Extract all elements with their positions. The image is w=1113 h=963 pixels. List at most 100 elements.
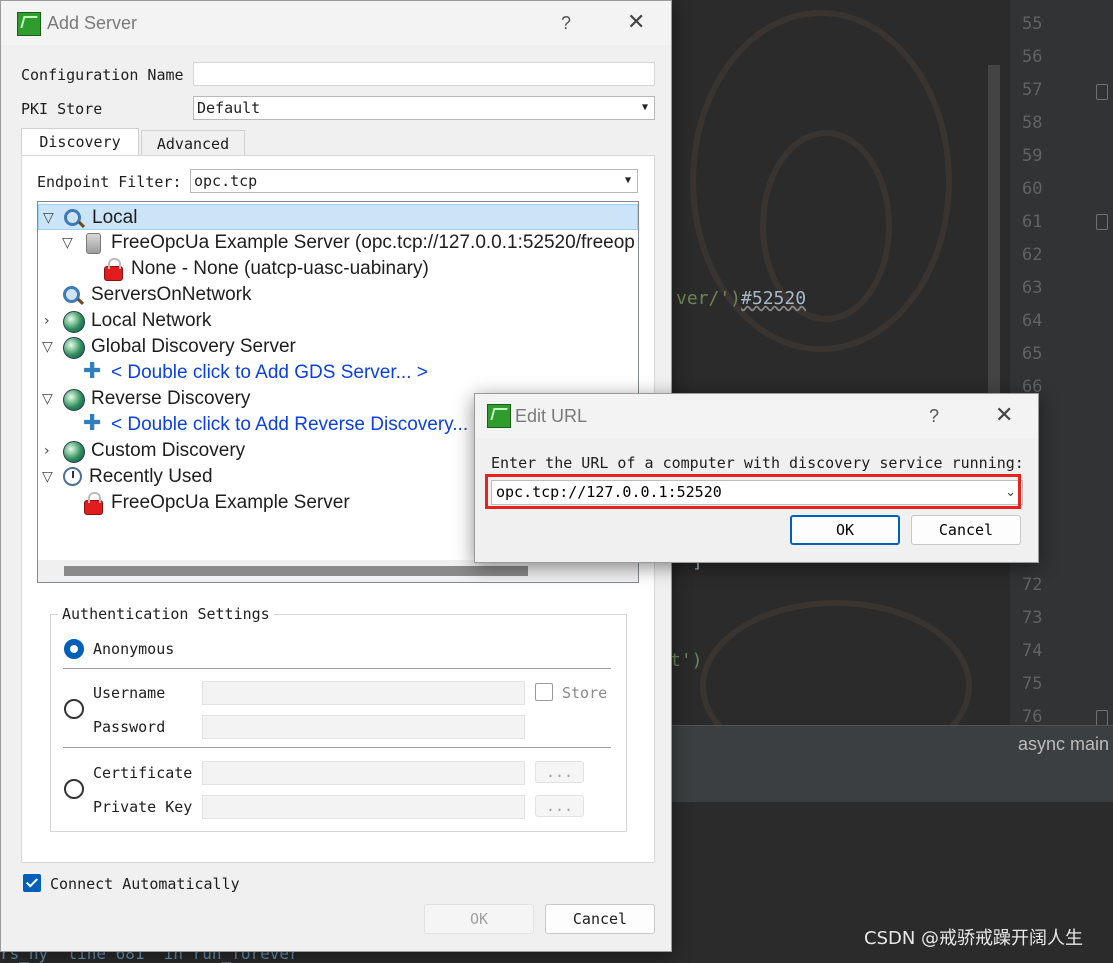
password-label: Password [93, 718, 166, 736]
private-key-browse-button[interactable]: ... [535, 795, 584, 817]
line-number: 72 [1022, 575, 1043, 595]
editor-breadcrumb-bar: async main [672, 725, 1113, 762]
anonymous-radio[interactable] [64, 639, 84, 659]
chevron-right-icon[interactable]: › [44, 438, 50, 464]
cancel-button[interactable]: Cancel [911, 515, 1021, 545]
certificate-label: Certificate [93, 764, 193, 782]
pki-store-select[interactable]: Default ▼ [193, 96, 655, 120]
line-number: 55 [1022, 14, 1043, 34]
server-icon [86, 233, 101, 254]
cancel-button[interactable]: Cancel [545, 904, 655, 934]
tab-advanced[interactable]: Advanced [141, 130, 245, 158]
plus-icon: ✚ [83, 359, 102, 384]
code-line: ver/')#52520 [676, 288, 806, 309]
scrollbar-thumb[interactable] [64, 566, 528, 576]
code-string: ver/') [676, 288, 742, 309]
chevron-down-icon[interactable]: ▽ [62, 230, 73, 256]
app-icon [17, 12, 41, 36]
tree-item-label: FreeOpcUa Example Server (opc.tcp://127.… [111, 232, 635, 253]
help-button[interactable]: ? [929, 406, 939, 427]
tree-item-add-gds[interactable]: ✚ < Double click to Add GDS Server... > [38, 360, 638, 386]
line-number: 74 [1022, 641, 1043, 661]
breadcrumb[interactable]: async main [1018, 734, 1109, 755]
private-key-label: Private Key [93, 798, 193, 816]
window-title: Edit URL [515, 406, 588, 426]
fold-marker-icon[interactable] [1096, 214, 1108, 230]
certificate-browse-button[interactable]: ... [535, 761, 584, 783]
ide-scrollbar[interactable] [988, 65, 1000, 445]
anonymous-label: Anonymous [93, 640, 175, 658]
close-icon[interactable]: ✕ [627, 10, 645, 35]
config-name-label: Configuration Name [21, 66, 184, 84]
tree-item-local-network[interactable]: › Local Network [38, 308, 638, 334]
line-number: 76 [1022, 707, 1043, 727]
ide-bottom-panel [672, 762, 1113, 802]
certificate-input[interactable] [202, 761, 525, 785]
close-icon[interactable]: ✕ [995, 403, 1013, 428]
help-button[interactable]: ? [561, 13, 571, 34]
search-icon [63, 286, 80, 303]
dropdown-arrow-icon: ▼ [641, 102, 648, 113]
line-number: 60 [1022, 179, 1043, 199]
unlocked-icon [104, 258, 123, 281]
fold-marker-icon[interactable] [1096, 710, 1108, 726]
username-radio[interactable] [64, 699, 84, 719]
watermark-text: CSDN @戒骄戒躁开阔人生 [864, 928, 1084, 949]
tree-item-label: < Double click to Add Reverse Discovery.… [111, 414, 485, 435]
certificate-radio[interactable] [64, 779, 84, 799]
config-name-input[interactable] [193, 62, 655, 86]
horizontal-scrollbar[interactable] [38, 560, 638, 582]
ok-button[interactable]: OK [790, 515, 900, 545]
chevron-down-icon[interactable]: ▽ [42, 334, 53, 360]
tree-item-label: Custom Discovery [91, 440, 246, 461]
search-icon [64, 209, 81, 226]
line-number-gutter: 55 56 57 58 59 60 61 62 63 64 65 66 72 7… [1010, 0, 1113, 727]
connect-auto-checkbox[interactable] [23, 874, 41, 892]
line-number: 58 [1022, 113, 1043, 133]
tree-item-label: Global Discovery Server [91, 336, 296, 357]
globe-icon [63, 389, 85, 411]
window-title: Add Server [47, 13, 138, 33]
globe-icon [63, 311, 85, 333]
username-input[interactable] [202, 681, 525, 705]
tree-item-label: Local [92, 207, 138, 228]
tree-item-server[interactable]: ▽ FreeOpcUa Example Server (opc.tcp://12… [38, 230, 638, 256]
chevron-down-icon[interactable]: ▽ [43, 205, 54, 231]
pki-store-value: Default [197, 99, 261, 117]
chevron-down-icon[interactable]: ▽ [42, 464, 53, 490]
tree-item-servers-on-network[interactable]: ServersOnNetwork [38, 282, 638, 308]
code-comment: #52520 [741, 288, 807, 309]
tree-item-label: Local Network [91, 310, 212, 331]
divider [63, 747, 611, 748]
tab-discovery[interactable]: Discovery [21, 128, 139, 156]
fold-marker-icon[interactable] [1096, 84, 1108, 100]
tree-item-label: < Double click to Add GDS Server... > [111, 362, 428, 383]
connect-auto-label: Connect Automatically [50, 875, 240, 893]
unlocked-icon [84, 492, 103, 515]
title-bar: Edit URL ? ✕ [475, 394, 1038, 438]
title-bar: Add Server ? ✕ [1, 1, 671, 45]
plus-icon: ✚ [83, 411, 102, 436]
endpoint-filter-select[interactable]: opc.tcp ▼ [190, 169, 638, 193]
tree-item-gds[interactable]: ▽ Global Discovery Server [38, 334, 638, 360]
tree-item-endpoint[interactable]: None - None (uatcp-uasc-uabinary) [38, 256, 638, 282]
line-number: 75 [1022, 674, 1043, 694]
tree-item-label: Reverse Discovery [91, 388, 251, 409]
chevron-right-icon[interactable]: › [44, 308, 50, 334]
highlight-box [485, 474, 1021, 509]
line-number: 63 [1022, 278, 1043, 298]
line-number: 57 [1022, 80, 1043, 100]
private-key-input[interactable] [202, 795, 525, 819]
password-input[interactable] [202, 715, 525, 739]
line-number: 62 [1022, 245, 1043, 265]
line-number: 56 [1022, 47, 1043, 67]
tree-item-local[interactable]: ▽ Local [38, 204, 638, 230]
tree-item-label: FreeOpcUa Example Server [111, 492, 350, 513]
dropdown-arrow-icon: ▼ [624, 175, 631, 186]
auth-settings-legend: Authentication Settings [58, 605, 274, 623]
pki-store-label: PKI Store [21, 100, 103, 118]
store-checkbox[interactable] [535, 683, 553, 701]
endpoint-filter-value: opc.tcp [194, 172, 258, 190]
chevron-down-icon[interactable]: ▽ [42, 386, 53, 412]
ok-button[interactable]: OK [424, 904, 534, 934]
